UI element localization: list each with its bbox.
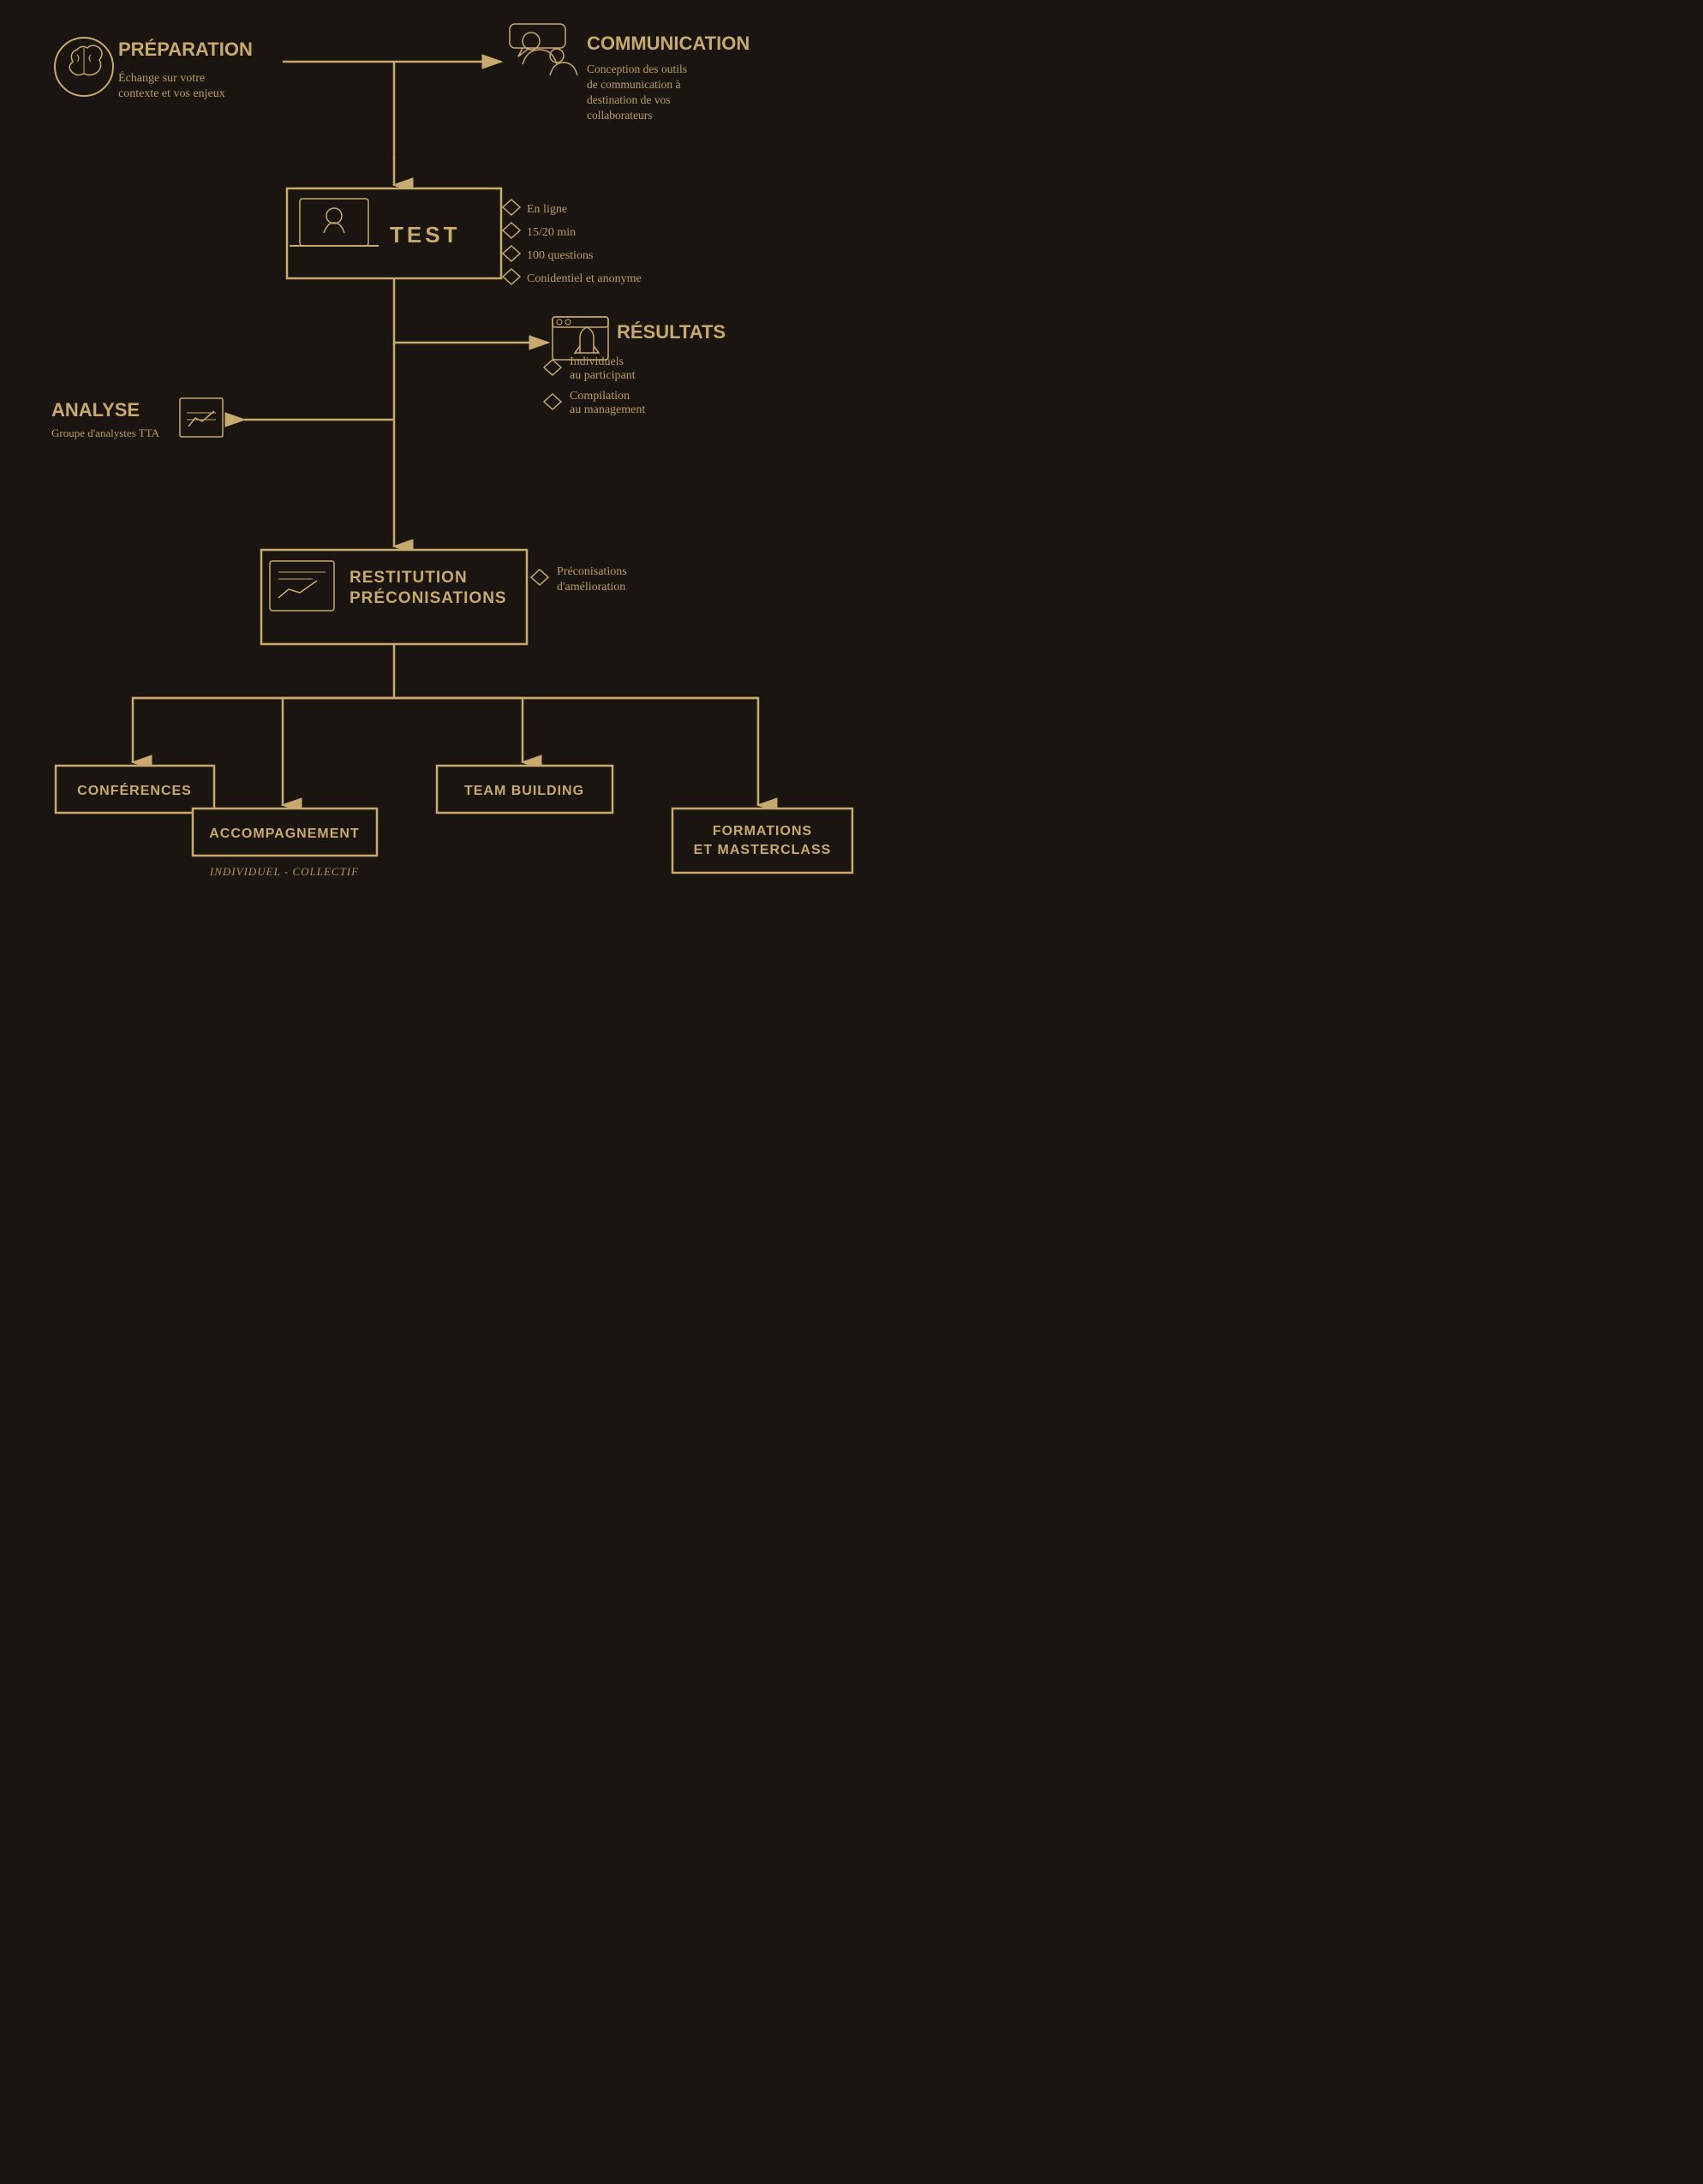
svg-text:Groupe d'analystes TTA: Groupe d'analystes TTA (51, 427, 160, 439)
svg-text:100 questions: 100 questions (527, 249, 593, 262)
svg-text:de communication à: de communication à (587, 78, 680, 91)
svg-text:FORMATIONS: FORMATIONS (713, 824, 812, 838)
svg-text:Conception des outils: Conception des outils (587, 63, 687, 75)
svg-text:au participant: au participant (570, 369, 636, 382)
svg-text:RESTITUTION: RESTITUTION (350, 569, 468, 587)
svg-text:ACCOMPAGNEMENT: ACCOMPAGNEMENT (209, 826, 359, 841)
svg-text:contexte et vos enjeux: contexte et vos enjeux (118, 87, 225, 100)
svg-text:En ligne: En ligne (527, 203, 567, 216)
svg-text:Individuels: Individuels (570, 355, 624, 368)
svg-text:15/20 min: 15/20 min (527, 226, 576, 239)
svg-text:ET MASTERCLASS: ET MASTERCLASS (694, 843, 832, 857)
svg-text:destination de vos: destination de vos (587, 93, 671, 106)
page-container: PRÉPARATION Échange sur votre contexte e… (0, 0, 852, 1088)
svg-text:TEAM BUILDING: TEAM BUILDING (464, 784, 584, 798)
svg-text:CONFÉRENCES: CONFÉRENCES (77, 782, 192, 798)
svg-text:ANALYSE: ANALYSE (51, 399, 140, 421)
svg-text:INDIVIDUEL - COLLECTIF: INDIVIDUEL - COLLECTIF (209, 865, 359, 878)
svg-text:RÉSULTATS: RÉSULTATS (617, 321, 726, 343)
svg-text:Conidentiel et anonyme: Conidentiel et anonyme (527, 272, 642, 285)
svg-text:Échange sur votre: Échange sur votre (118, 70, 205, 85)
svg-text:PRÉCONISATIONS: PRÉCONISATIONS (350, 588, 507, 607)
svg-text:Préconisations: Préconisations (557, 565, 627, 578)
svg-text:Compilation: Compilation (570, 390, 630, 403)
svg-text:TEST: TEST (390, 222, 460, 248)
svg-text:collaborateurs: collaborateurs (587, 109, 652, 122)
flow-diagram: PRÉPARATION Échange sur votre contexte e… (34, 17, 886, 1071)
prep-title: PRÉPARATION (118, 39, 253, 60)
svg-text:COMMUNICATION: COMMUNICATION (587, 33, 750, 54)
svg-text:au management: au management (570, 403, 645, 416)
svg-text:d'amélioration: d'amélioration (557, 581, 625, 594)
